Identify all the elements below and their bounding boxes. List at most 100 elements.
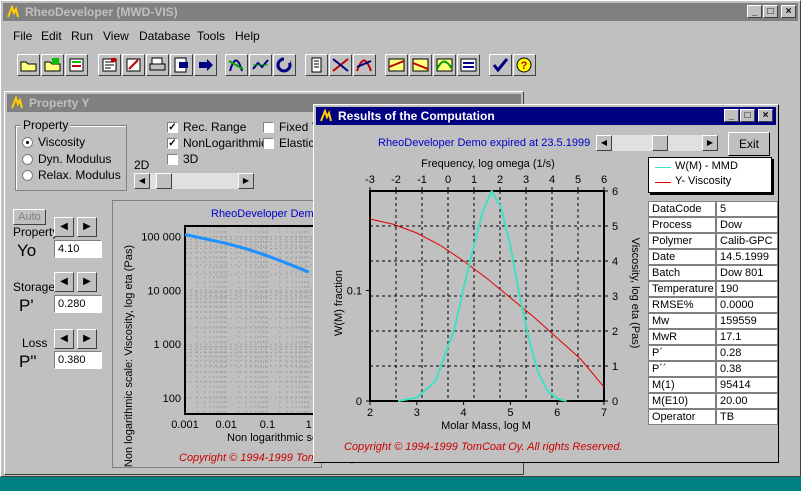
results-scroll-right[interactable]: ▶ — [702, 135, 718, 151]
yo-decrease-button[interactable]: ◀ — [54, 217, 74, 237]
elastic-checkbox[interactable] — [263, 138, 274, 149]
property-chart-ylabel: Non logarithmic scale: Viscosity, log et… — [123, 244, 135, 468]
open-data-icon[interactable] — [41, 54, 64, 76]
storage-increase-button[interactable]: ▶ — [77, 272, 97, 292]
radio-dyn-modulus-label[interactable]: Dyn. Modulus — [38, 152, 111, 166]
menu-bar: File Edit Run View Database Tools Help — [7, 27, 787, 45]
database-icon[interactable] — [65, 54, 88, 76]
radio-relax-modulus-label[interactable]: Relax. Modulus — [38, 168, 121, 182]
save-icon[interactable] — [98, 54, 121, 76]
results-scroll-thumb[interactable] — [652, 135, 668, 151]
exit-button[interactable]: Exit — [728, 132, 770, 156]
y2-tick-label: 6 — [612, 186, 618, 198]
overlay-icon[interactable] — [433, 54, 456, 76]
calculator-icon[interactable] — [305, 54, 328, 76]
threed-label[interactable]: 3D — [183, 152, 198, 166]
results-chart: Frequency, log omega (1/s) -3 -2 -1 0 1 2 3 4 5 6… — [333, 158, 641, 432]
export-icon[interactable] — [194, 54, 217, 76]
results-scroll-left[interactable]: ◀ — [596, 135, 612, 151]
menu-tools[interactable]: Tools — [197, 27, 225, 45]
y2-tick-label: 3 — [612, 291, 618, 303]
yo-increase-button[interactable]: ▶ — [77, 217, 97, 237]
nonlog-label[interactable]: NonLogarithmic — [183, 136, 267, 150]
menu-file[interactable]: File — [13, 27, 32, 45]
auto-button[interactable]: Auto — [13, 209, 46, 225]
results-maximize-button[interactable]: □ — [740, 109, 755, 122]
open-folder-icon[interactable] — [17, 54, 40, 76]
results-scrollbar[interactable]: ◀ ▶ — [596, 135, 718, 151]
rec-range-label[interactable]: Rec. Range — [183, 120, 246, 134]
check-icon[interactable] — [489, 54, 512, 76]
scroll-left-arrow[interactable]: ◀ — [134, 173, 150, 189]
chart-viscosity-icon[interactable] — [353, 54, 376, 76]
x-tick-label: 5 — [507, 407, 513, 419]
table-view-icon[interactable] — [385, 54, 408, 76]
radio-viscosity-label[interactable]: Viscosity — [38, 135, 85, 149]
radio-viscosity[interactable] — [22, 137, 33, 148]
threed-checkbox[interactable] — [167, 154, 178, 165]
main-title-bar[interactable]: RheoDeveloper (MWD-VIS) _ □ × — [3, 3, 798, 21]
print-preview-icon[interactable] — [170, 54, 193, 76]
loss-label: Loss — [22, 336, 48, 350]
legend-viscosity-label: Y- Viscosity — [675, 175, 732, 187]
chart-mmd-icon[interactable] — [329, 54, 352, 76]
table-value-cell: 17.1 — [716, 329, 778, 345]
table-value-cell: 95414 — [716, 377, 778, 393]
storage-value-field[interactable]: 0.280 — [54, 295, 102, 313]
radio-relax-modulus[interactable] — [22, 170, 33, 181]
scroll-thumb[interactable] — [156, 173, 172, 189]
results-close-button[interactable]: × — [758, 109, 773, 122]
storage-decrease-button[interactable]: ◀ — [54, 272, 74, 292]
fit-curve-icon[interactable] — [249, 54, 272, 76]
loss-value-field[interactable]: 0.380 — [54, 351, 102, 369]
help-icon[interactable]: ? — [513, 54, 536, 76]
yo-value-field[interactable]: 4.10 — [54, 240, 102, 258]
print-icon[interactable] — [146, 54, 169, 76]
elastic-label[interactable]: Elastic — [279, 136, 314, 150]
loss-increase-button[interactable]: ▶ — [77, 329, 97, 349]
table-key-cell: RMSE% — [648, 297, 716, 313]
rec-range-checkbox[interactable]: ✓ — [167, 122, 178, 133]
table-key-cell: M(E10) — [648, 393, 716, 409]
nonlog-checkbox[interactable]: ✓ — [167, 138, 178, 149]
y2-tick-label: 2 — [612, 326, 618, 338]
maximize-button[interactable]: □ — [763, 5, 778, 18]
rotation-scrollbar[interactable]: ◀ ▶ — [134, 173, 254, 189]
scroll-right-arrow[interactable]: ▶ — [238, 173, 254, 189]
menu-run[interactable]: Run — [71, 27, 93, 45]
results-table: DataCode 5 Process Dow Polymer Calib-GPC Date 1… — [648, 201, 778, 429]
radio-dyn-modulus[interactable] — [22, 154, 33, 165]
run-calculation-icon[interactable] — [225, 54, 248, 76]
table-key-cell: Batch — [648, 265, 716, 281]
property-chart: 100 000 10 000 1 000 100 0.001 0.01 0.1 1 — [141, 225, 321, 431]
results-y2-label: Viscosity, log eta (Pas) — [629, 238, 641, 349]
fixed-checkbox[interactable] — [263, 122, 274, 133]
menu-database[interactable]: Database — [139, 27, 190, 45]
results-app-icon — [320, 109, 332, 122]
compare-icon[interactable] — [409, 54, 432, 76]
table-value-cell: 0.28 — [716, 345, 778, 361]
menu-view[interactable]: View — [103, 27, 129, 45]
table-value-cell: Dow — [716, 217, 778, 233]
minimize-button[interactable]: _ — [747, 5, 762, 18]
close-button[interactable]: × — [781, 5, 796, 18]
demo-expired-text: RheoDeveloper Demo expired at 23.5.1999 — [378, 137, 591, 149]
results-window: Results of the Computation _ □ × RheoDev… — [313, 104, 779, 463]
toolbar: ? — [17, 54, 537, 78]
menu-help[interactable]: Help — [235, 27, 260, 45]
property-plot-area — [184, 225, 321, 415]
refresh-icon[interactable] — [273, 54, 296, 76]
loss-decrease-button[interactable]: ◀ — [54, 329, 74, 349]
results-minimize-button[interactable]: _ — [724, 109, 739, 122]
x-tick-label: 1 — [306, 419, 312, 431]
x2-tick-label: 0 — [445, 174, 451, 186]
edit-data-icon[interactable] — [122, 54, 145, 76]
y2-tick-label: 0 — [612, 396, 618, 408]
results-title-bar[interactable]: Results of the Computation _ □ × — [316, 107, 776, 125]
table-key-cell: Operator — [648, 409, 716, 425]
loss-symbol: P" — [19, 352, 37, 371]
report-icon[interactable] — [457, 54, 480, 76]
menu-edit[interactable]: Edit — [41, 27, 62, 45]
table-key-cell: Polymer — [648, 233, 716, 249]
x2-tick-label: 2 — [497, 174, 503, 186]
